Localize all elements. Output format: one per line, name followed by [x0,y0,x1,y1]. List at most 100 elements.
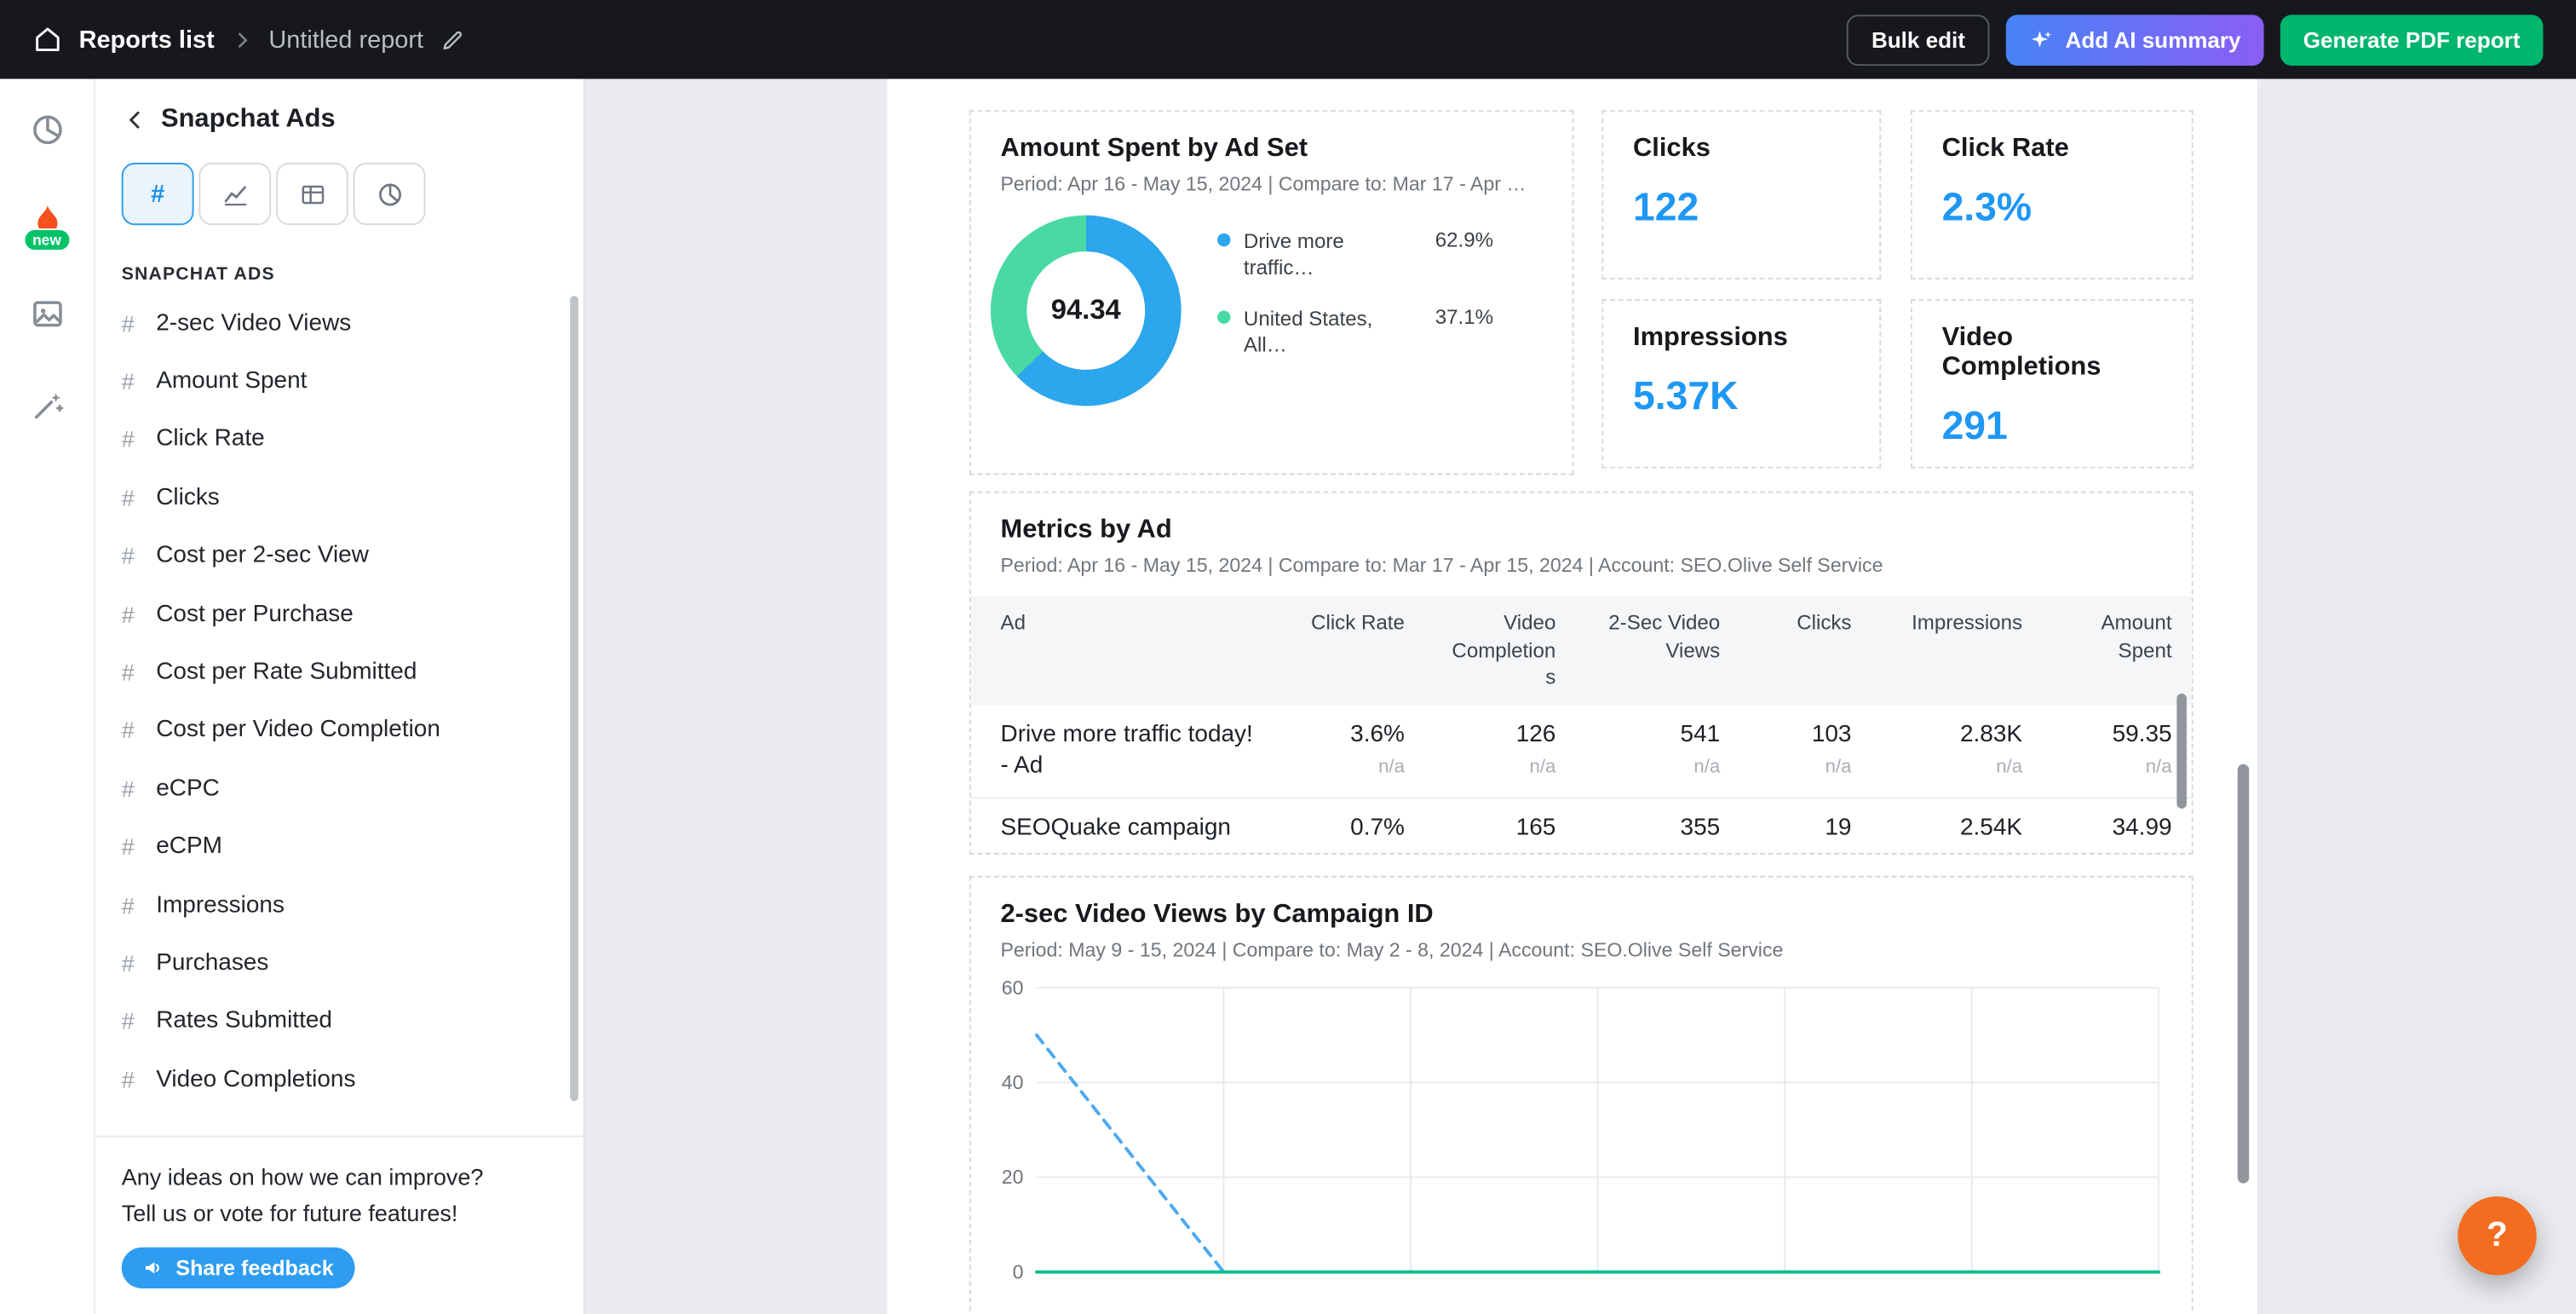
metric-item[interactable]: #Cost per Purchase [122,585,557,643]
widget-subtitle: Period: May 9 - 15, 2024 | Compare to: M… [1000,938,2161,961]
table-header-row: Ad Click Rate Video Completions 2-Sec Vi… [971,596,2194,704]
legend-value: 62.9% [1435,228,1493,251]
metric-list: #2-sec Video Views #Amount Spent #Click … [122,294,557,1109]
hash-icon: # [122,891,138,918]
widget-amount-spent-by-ad-set[interactable]: Amount Spent by Ad Set Period: Apr 16 - … [969,110,1574,475]
help-button[interactable]: ? [2458,1196,2537,1276]
donut-chart: 94.34 [991,216,1182,406]
feedback-line1: Any ideas on how we can improve? [122,1161,557,1196]
edit-report-name-icon[interactable] [440,27,464,52]
column-header: Amount Spent [2042,596,2193,704]
report-canvas: Amount Spent by Ad Set Period: Apr 16 - … [585,79,2576,1314]
widget-kpi-impressions[interactable]: Impressions 5.37K [1601,299,1881,469]
widget-metrics-by-ad[interactable]: Metrics by Ad Period: Apr 16 - May 15, 2… [969,492,2194,855]
column-header: Impressions [1872,596,2043,704]
sidebar-section-label: SNAPCHAT ADS [122,264,557,284]
add-ai-summary-button[interactable]: Add AI summary [2006,14,2263,65]
metric-item[interactable]: #Video Completions [122,1051,557,1109]
y-tick-label: 0 [1013,1260,1024,1282]
magic-wand-rail-icon[interactable] [26,384,68,427]
feedback-line2: Tell us or vote for future features! [122,1196,557,1230]
value-cell: 541n/a [1575,704,1739,797]
widget-kpi-clicks[interactable]: Clicks 122 [1601,110,1881,280]
table-row: SEOQuake campaign 0.7%n/a 165n/a 355n/a … [971,798,2194,855]
bulk-edit-button[interactable]: Bulk edit [1847,14,1990,65]
donut-legend: Drive more traffic… 62.9% United States,… [1217,228,1493,406]
metric-item[interactable]: #Rates Submitted [122,992,557,1050]
number-toggle-label: # [151,180,164,208]
toggle-table-view[interactable] [276,163,348,225]
back-chevron-icon[interactable] [122,107,148,133]
share-feedback-label: Share feedback [175,1255,333,1280]
kpi-title: Video Completions [1942,324,2162,383]
widget-video-views-by-campaign[interactable]: 2-sec Video Views by Campaign ID Period:… [969,876,2194,1314]
line-chart: 60 40 20 0 [1000,977,2165,1314]
y-tick-label: 60 [1002,977,1024,998]
metric-item[interactable]: #Amount Spent [122,352,557,410]
legend-dot [1217,310,1230,323]
metric-item[interactable]: #Cost per Rate Submitted [122,643,557,701]
column-header: Clicks [1739,596,1871,704]
metric-item[interactable]: #eCPC [122,759,557,817]
metric-item[interactable]: #Purchases [122,934,557,992]
left-icon-rail: new [0,79,95,1314]
home-icon[interactable] [33,25,63,55]
value-cell: 3.6%n/a [1283,704,1424,797]
hash-icon: # [122,833,138,860]
main-scrollbar[interactable] [2238,764,2250,1184]
ad-name-cell: SEOQuake campaign [971,798,1283,855]
kpi-value: 2.3% [1942,186,2162,232]
metric-item[interactable]: #Impressions [122,876,557,934]
widget-kpi-video-completions[interactable]: Video Completions 291 [1911,299,2194,469]
legend-value: 37.1% [1435,305,1493,328]
hash-icon: # [122,485,138,511]
toggle-pie-chart-view[interactable] [354,163,426,225]
ad-name-cell: Drive more traffic today! - Ad [971,704,1283,797]
column-header: Click Rate [1283,596,1424,704]
legend-dot [1217,233,1230,246]
breadcrumb-report-name[interactable]: Untitled report [268,26,423,54]
metrics-table: Ad Click Rate Video Completions 2-Sec Vi… [971,596,2194,855]
table-icon [298,180,326,208]
hash-icon: # [122,601,138,627]
pie-chart-icon [376,180,404,208]
metric-item[interactable]: #2-sec Video Views [122,294,557,352]
y-tick-label: 40 [1002,1071,1024,1093]
value-cell: 103n/a [1739,704,1871,797]
sidebar-title: Snapchat Ads [161,105,336,135]
table-scrollbar[interactable] [2176,694,2187,809]
widget-title: 2-sec Video Views by Campaign ID [1000,901,2161,931]
widget-kpi-click-rate[interactable]: Click Rate 2.3% [1911,110,2194,280]
metric-item[interactable]: #Cost per Video Completion [122,701,557,759]
topbar-actions: Bulk edit Add AI summary Generate PDF re… [1847,14,2543,65]
hash-icon: # [122,775,138,802]
legend-label: United States, All… [1244,305,1418,359]
pie-chart-rail-icon[interactable] [26,108,68,151]
widget-type-toggles: # [122,163,557,225]
y-tick-label: 20 [1002,1166,1024,1188]
value-cell: 126n/a [1424,704,1575,797]
hash-icon: # [122,310,138,337]
app: Reports list Untitled report Bulk edit A… [0,0,2576,1314]
value-cell: 19n/a [1739,798,1871,855]
generate-pdf-button[interactable]: Generate PDF report [2280,14,2544,65]
hash-icon: # [122,659,138,685]
share-feedback-button[interactable]: Share feedback [122,1248,355,1288]
toggle-number-view[interactable]: # [122,163,194,225]
widget-title: Metrics by Ad [1000,516,2161,546]
breadcrumb-reports-list[interactable]: Reports list [79,26,215,54]
metric-item[interactable]: #eCPM [122,817,557,875]
value-cell: 59.35n/a [2042,704,2193,797]
table-row: Drive more traffic today! - Ad 3.6%n/a 1… [971,704,2194,797]
sidebar-scrollbar[interactable] [570,296,578,1101]
hash-icon: # [122,543,138,569]
toggle-line-chart-view[interactable] [198,163,271,225]
metric-item[interactable]: #Click Rate [122,411,557,469]
metric-item[interactable]: #Clicks [122,469,557,527]
column-header: 2-Sec Video Views [1575,596,1739,704]
image-rail-icon[interactable] [26,292,68,335]
snapchat-source-icon[interactable]: new [26,200,68,243]
metric-item[interactable]: #Cost per 2-sec View [122,527,557,585]
value-cell: 2.83Kn/a [1872,704,2043,797]
widget-subtitle: Period: Apr 16 - May 15, 2024 | Compare … [1000,172,1542,195]
